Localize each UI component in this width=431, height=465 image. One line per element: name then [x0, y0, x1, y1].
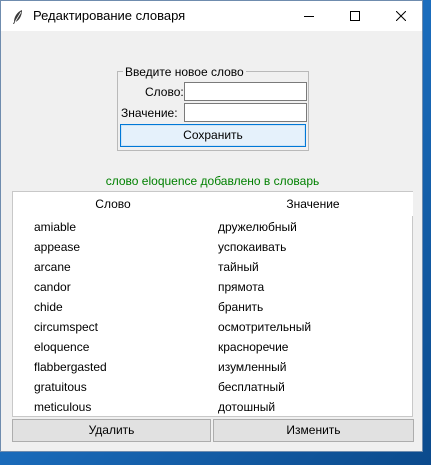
maximize-icon: [350, 11, 360, 21]
column-header-word[interactable]: Слово: [13, 192, 214, 216]
dictionary-editor-window: Редактирование словаря Введите новое сло…: [0, 0, 423, 452]
word-cell: arcane: [34, 260, 71, 274]
word-cell: meticulous: [34, 400, 92, 414]
maximize-button[interactable]: [332, 1, 378, 31]
table-row[interactable]: appease успокаивать: [13, 237, 412, 257]
table-row[interactable]: circumspect осмотрительный: [13, 317, 412, 337]
minimize-icon: [304, 16, 314, 17]
status-message: слово eloquence добавлено в словарь: [105, 174, 320, 188]
table-row[interactable]: meticulous дотошный: [13, 397, 412, 417]
meaning-label: Значение:: [121, 106, 178, 120]
edit-button[interactable]: Изменить: [213, 419, 414, 442]
new-word-group-legend: Введите новое слово: [123, 65, 246, 79]
minimize-button[interactable]: [286, 1, 332, 31]
meaning-input[interactable]: [184, 103, 307, 122]
table-row[interactable]: amiable дружелюбный: [13, 217, 412, 237]
meaning-cell: дружелюбный: [218, 220, 297, 234]
column-header-meaning[interactable]: Значение: [213, 192, 413, 216]
table-row[interactable]: eloquence красноречие: [13, 337, 412, 357]
meaning-cell: изумленный: [218, 360, 287, 374]
save-button[interactable]: Сохранить: [120, 124, 306, 147]
delete-button[interactable]: Удалить: [12, 419, 211, 442]
table-row[interactable]: candor прямота: [13, 277, 412, 297]
meaning-cell: бранить: [218, 300, 264, 314]
word-cell: candor: [34, 280, 71, 294]
word-cell: eloquence: [34, 340, 90, 354]
meaning-cell: успокаивать: [218, 240, 287, 254]
table-row[interactable]: arcane тайный: [13, 257, 412, 277]
word-cell: flabbergasted: [34, 360, 107, 374]
table-row[interactable]: gratuitous бесплатный: [13, 377, 412, 397]
meaning-cell: красноречие: [218, 340, 289, 354]
close-icon: [396, 11, 406, 21]
word-cell: circumspect: [34, 320, 99, 334]
dictionary-table[interactable]: Слово Значение amiable дружелюбный appeas…: [12, 191, 413, 417]
table-row[interactable]: chide бранить: [13, 297, 412, 317]
word-cell: gratuitous: [34, 380, 87, 394]
word-input[interactable]: [184, 82, 307, 101]
meaning-cell: дотошный: [218, 400, 276, 414]
feather-icon: [13, 10, 22, 24]
word-cell: amiable: [34, 220, 77, 234]
table-row[interactable]: flabbergasted изумленный: [13, 357, 412, 377]
meaning-cell: осмотрительный: [218, 320, 312, 334]
window-title: Редактирование словаря: [33, 8, 186, 23]
word-cell: chide: [34, 300, 63, 314]
meaning-cell: тайный: [218, 260, 259, 274]
title-bar[interactable]: Редактирование словаря: [1, 1, 422, 31]
word-cell: appease: [34, 240, 81, 254]
close-button[interactable]: [378, 1, 424, 31]
word-label: Слово:: [145, 85, 184, 99]
table-rows: amiable дружелюбный appease успокаивать ar…: [13, 217, 412, 417]
meaning-cell: прямота: [218, 280, 265, 294]
meaning-cell: бесплатный: [218, 380, 285, 394]
